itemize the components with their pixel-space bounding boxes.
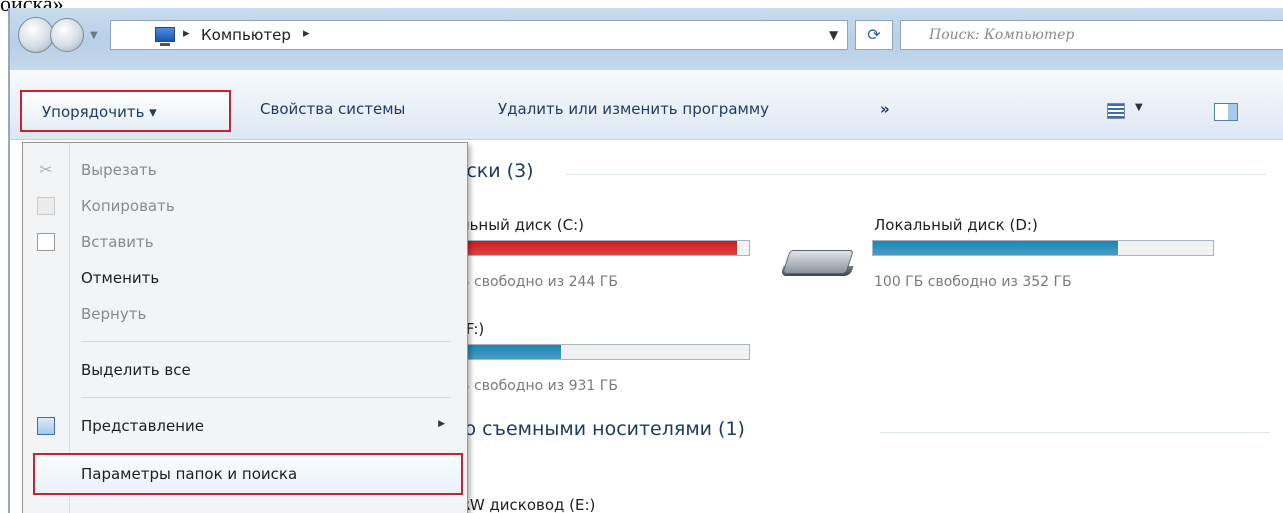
menu-item-label: Вырезать	[81, 161, 157, 179]
organize-label: Упорядочить ▾	[42, 103, 157, 121]
menu-item-cut[interactable]: ✂ Вырезать	[23, 153, 467, 187]
recent-pages-dropdown-icon[interactable]: ▼	[90, 30, 98, 41]
group-divider	[566, 174, 1266, 175]
view-options-dropdown-icon[interactable]: ▼	[1135, 102, 1143, 113]
drive-c-free-space: Б свободно из 244 ГБ	[460, 274, 618, 290]
menu-item-label: Вставить	[81, 233, 154, 251]
drive-c-name[interactable]: льный диск (C:)	[460, 216, 584, 234]
change-view-icon[interactable]	[1107, 103, 1125, 119]
drive-d-usage-bar	[872, 240, 1214, 256]
menu-separator	[81, 397, 451, 398]
view-icon	[37, 417, 55, 435]
menu-item-redo[interactable]: Вернуть	[23, 297, 467, 331]
menu-item-copy[interactable]: Копировать	[23, 189, 467, 223]
menu-item-layout[interactable]: Представление ▶	[23, 409, 467, 443]
command-bar: Упорядочить ▾ Свойства системы Удалить и…	[10, 70, 1283, 140]
organize-menu: ✂ Вырезать Копировать Вставить Отменить …	[22, 142, 468, 513]
menu-item-undo[interactable]: Отменить	[23, 261, 467, 295]
menu-item-label: Параметры папок и поиска	[81, 465, 298, 483]
breadcrumb-computer[interactable]: Компьютер	[201, 26, 291, 44]
submenu-arrow-icon: ▶	[438, 419, 445, 429]
paste-icon	[37, 233, 55, 251]
copy-icon	[37, 197, 55, 215]
drive-f-usage-bar	[450, 344, 750, 360]
menu-item-select-all[interactable]: Выделить все	[23, 353, 467, 387]
breadcrumb-arrow-icon[interactable]: ▸	[303, 26, 310, 41]
menu-item-label: Вернуть	[81, 305, 147, 323]
explorer-window: ▼ ▸ Компьютер ▸ ▼ ⟳ Поиск: Компьютер Упо…	[8, 8, 1283, 513]
menu-item-label: Отменить	[81, 269, 160, 287]
uninstall-program-button[interactable]: Удалить или изменить программу	[498, 100, 769, 118]
address-field[interactable]: ▸ Компьютер ▸ ▼	[110, 20, 848, 50]
drive-e-name[interactable]: RW дисковод (E:)	[460, 496, 595, 513]
more-commands-button[interactable]: »	[880, 100, 890, 118]
drive-d-name[interactable]: Локальный диск (D:)	[874, 216, 1038, 234]
hard-disk-icon	[780, 246, 856, 280]
back-button[interactable]	[18, 17, 54, 53]
address-dropdown-icon[interactable]: ▼	[829, 28, 838, 42]
preview-pane-icon[interactable]	[1214, 103, 1238, 121]
refresh-button[interactable]: ⟳	[855, 20, 893, 50]
drive-c-usage-bar	[450, 240, 750, 256]
address-bar: ▼ ▸ Компьютер ▸ ▼ ⟳ Поиск: Компьютер	[10, 8, 1283, 70]
refresh-icon: ⟳	[867, 25, 881, 44]
breadcrumb-arrow-icon[interactable]: ▸	[183, 26, 190, 41]
menu-item-label: Копировать	[81, 197, 175, 215]
drive-d-usage-fill	[873, 241, 1118, 255]
drive-d-free-space: 100 ГБ свободно из 352 ГБ	[874, 274, 1072, 290]
menu-item-label: Представление	[81, 417, 205, 435]
menu-separator	[81, 341, 451, 342]
scissors-icon: ✂	[39, 160, 53, 179]
organize-button[interactable]: Упорядочить ▾	[20, 90, 231, 132]
group-divider	[880, 432, 1270, 433]
drive-f-free-space: Б свободно из 931 ГБ	[460, 378, 618, 394]
menu-item-paste[interactable]: Вставить	[23, 225, 467, 259]
menu-item-label: Выделить все	[81, 361, 191, 379]
computer-icon	[155, 27, 175, 46]
drive-c-usage-fill	[451, 241, 738, 255]
search-input[interactable]: Поиск: Компьютер	[900, 20, 1283, 50]
system-properties-button[interactable]: Свойства системы	[260, 100, 405, 118]
menu-item-folder-options[interactable]: Параметры папок и поиска	[33, 453, 463, 495]
group-header-removable[interactable]: со съемными носителями (1)	[454, 418, 745, 440]
forward-button[interactable]	[50, 18, 84, 52]
